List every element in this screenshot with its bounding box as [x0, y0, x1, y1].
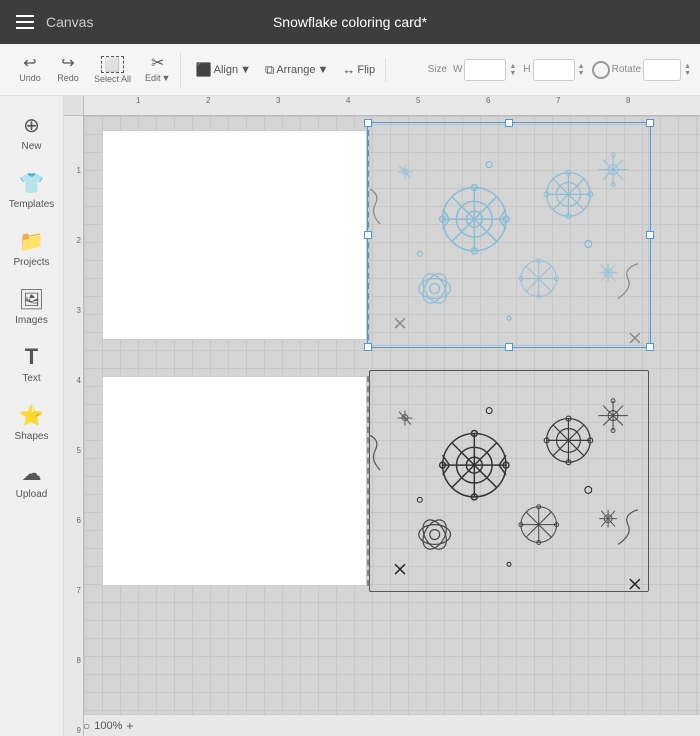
- flip-dropdown[interactable]: ↔ Flip: [336, 58, 381, 81]
- snowflake-design-bottom: [370, 371, 648, 591]
- sidebar-item-text[interactable]: T Text: [4, 336, 60, 392]
- canvas-inner: [84, 116, 700, 736]
- text-label: Text: [22, 373, 40, 384]
- rotate-up[interactable]: ▲: [683, 63, 692, 70]
- arrange-dropdown[interactable]: ⧉ Arrange ▼: [259, 58, 334, 82]
- align-dropdown[interactable]: ⬛ Align ▼: [189, 58, 257, 82]
- height-down[interactable]: ▼: [577, 70, 586, 77]
- height-input[interactable]: [533, 59, 575, 81]
- rotate-down[interactable]: ▼: [683, 70, 692, 77]
- templates-label: Templates: [9, 199, 55, 210]
- sidebar-item-projects[interactable]: 📁 Projects: [4, 220, 60, 276]
- height-field: H ▲ ▼: [523, 59, 585, 81]
- shapes-icon: ⭐: [19, 403, 44, 428]
- width-field: W ▲ ▼: [453, 59, 517, 81]
- sidebar-item-new[interactable]: ⊕ New: [4, 104, 60, 160]
- rotate-circle: [592, 61, 610, 79]
- header: Canvas Snowflake coloring card*: [0, 0, 700, 44]
- projects-label: Projects: [13, 257, 49, 268]
- projects-icon: 📁: [19, 229, 44, 254]
- sidebar-item-shapes[interactable]: ⭐ Shapes: [4, 394, 60, 450]
- shapes-label: Shapes: [15, 431, 49, 442]
- undo-button[interactable]: ↩ Undo: [12, 52, 48, 87]
- document-title: Snowflake coloring card*: [273, 14, 427, 30]
- width-up[interactable]: ▲: [508, 63, 517, 70]
- card-bottom[interactable]: [102, 376, 367, 586]
- redo-button[interactable]: ↪ Redo: [50, 52, 86, 87]
- width-input[interactable]: [464, 59, 506, 81]
- text-icon: T: [25, 344, 38, 370]
- sidebar-item-images[interactable]: 🖼 Images: [4, 278, 60, 334]
- ruler-vertical: 1 2 3 4 5 6 7 8 9: [64, 116, 84, 736]
- ruler-horizontal: 1 2 3 4 5 6 7 8: [84, 96, 700, 116]
- templates-icon: 👕: [19, 171, 44, 196]
- canvas-area[interactable]: 1 2 3 4 5 6 7 8 1 2 3 4 5 6 7 8 9: [64, 96, 700, 736]
- card-top[interactable]: [102, 130, 367, 340]
- zoom-bar: − ○ 100% +: [64, 714, 700, 736]
- main-area: ⊕ New 👕 Templates 📁 Projects 🖼 Images T …: [0, 96, 700, 736]
- rotate-field: Rotate ▲ ▼: [592, 59, 692, 81]
- sidebar-item-templates[interactable]: 👕 Templates: [4, 162, 60, 218]
- zoom-in-icon[interactable]: +: [126, 719, 133, 733]
- upload-icon: ☁: [22, 461, 42, 486]
- design-area-bottom[interactable]: [369, 370, 649, 592]
- width-down[interactable]: ▼: [508, 70, 517, 77]
- zoom-ring-icon: ○: [83, 719, 90, 733]
- rotate-input[interactable]: [643, 59, 681, 81]
- height-up[interactable]: ▲: [577, 63, 586, 70]
- zoom-percent: 100%: [94, 720, 122, 732]
- ruler-corner: [64, 96, 84, 116]
- upload-label: Upload: [16, 489, 48, 500]
- select-all-button[interactable]: ⬜ Select All: [88, 52, 137, 88]
- canvas-label: Canvas: [46, 14, 93, 30]
- images-icon: 🖼: [19, 287, 44, 312]
- edit-button[interactable]: ✂ Edit▼: [139, 52, 176, 87]
- sidebar: ⊕ New 👕 Templates 📁 Projects 🖼 Images T …: [0, 96, 64, 736]
- snowflake-design-top: [370, 125, 648, 345]
- design-area-top[interactable]: [369, 124, 649, 346]
- new-label: New: [21, 141, 41, 152]
- sidebar-item-upload[interactable]: ☁ Upload: [4, 452, 60, 508]
- images-label: Images: [15, 315, 48, 326]
- new-icon: ⊕: [23, 113, 40, 138]
- canvas-viewport[interactable]: [84, 116, 700, 736]
- size-field: Size: [428, 64, 447, 75]
- toolbar: ↩ Undo ↪ Redo ⬜ Select All ✂ Edit▼ ⬛ Ali…: [0, 44, 700, 96]
- menu-button[interactable]: [16, 15, 34, 29]
